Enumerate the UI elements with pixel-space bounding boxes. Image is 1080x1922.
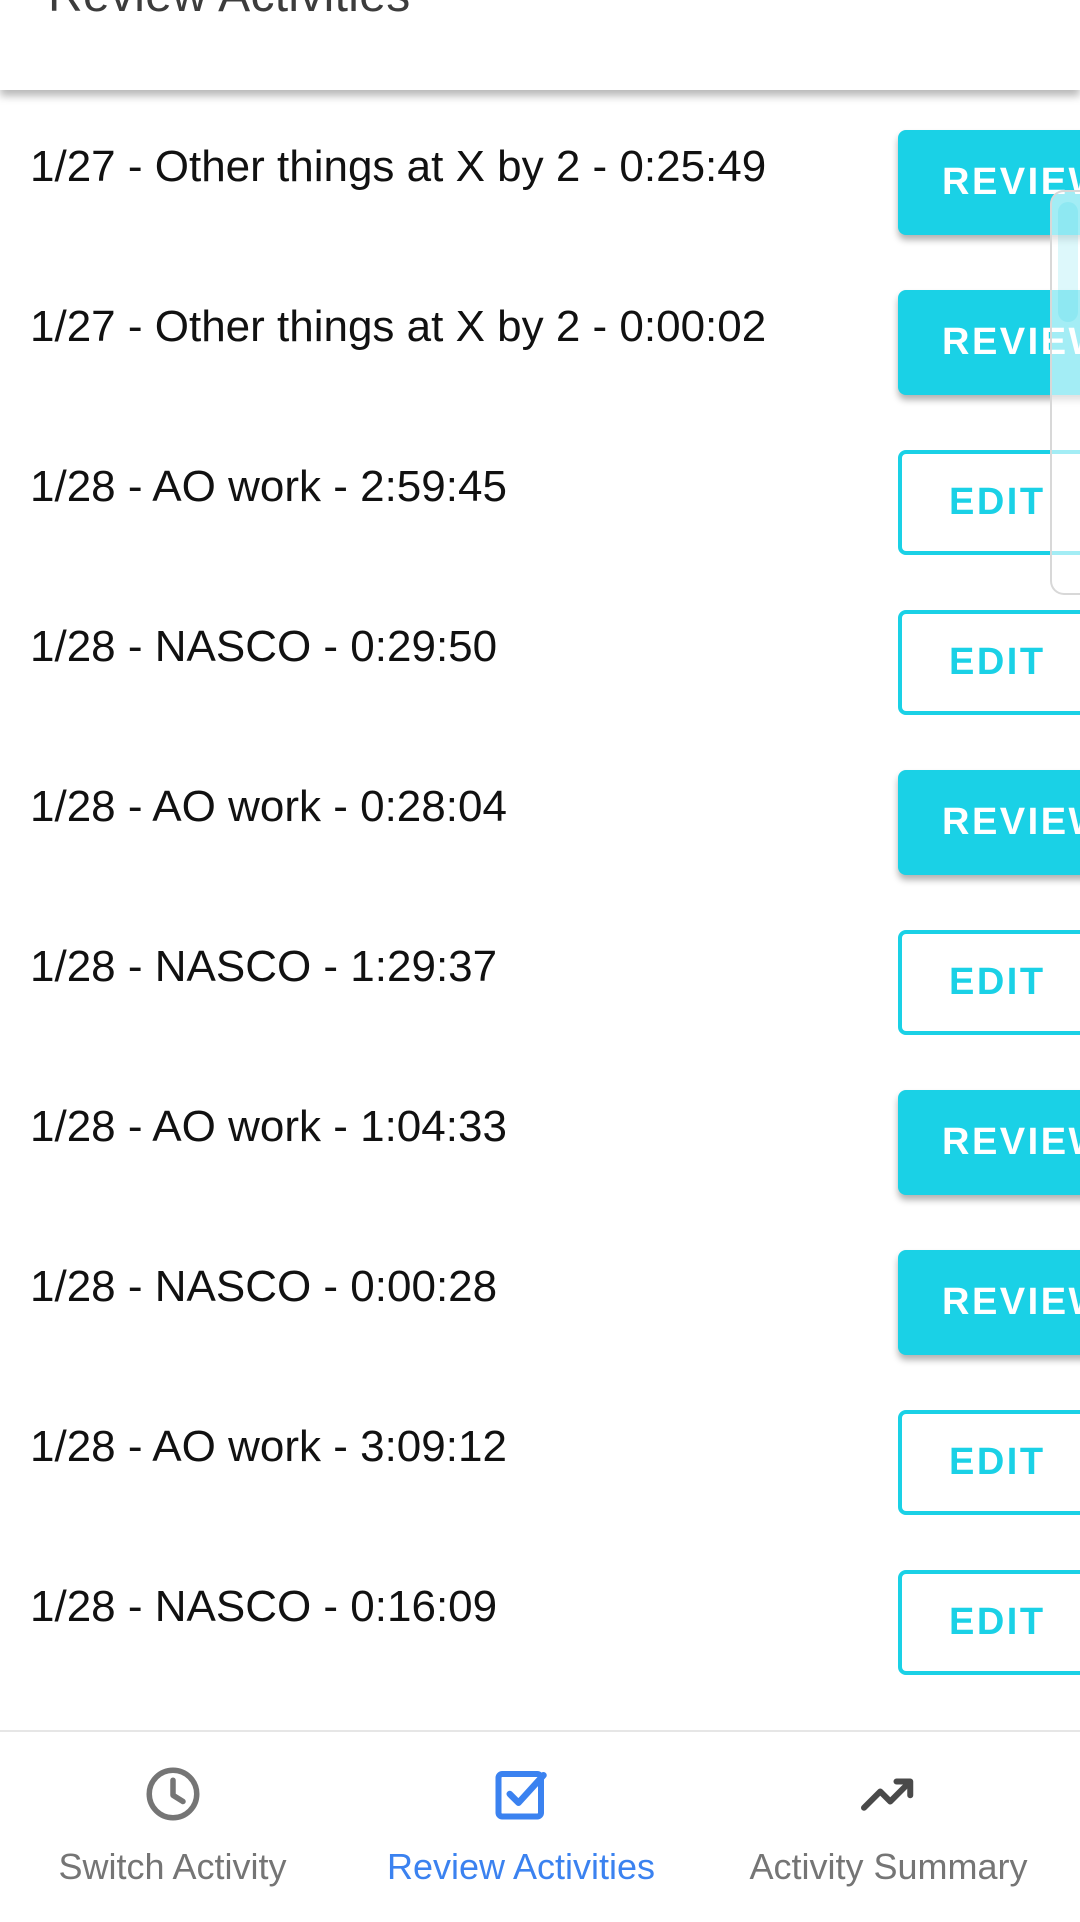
activity-label: 1/28 - AO work - 3:09:12 (30, 1422, 507, 1471)
nav-label: Switch Activity (58, 1846, 287, 1887)
list-item: 1/28 - AO work - 2:59:45 EDIT (0, 410, 1080, 570)
list-item: 1/28 - AO work - 1:04:33 REVIEW (0, 1050, 1080, 1210)
nav-switch-activity[interactable]: Switch Activity (0, 1732, 345, 1922)
edit-button[interactable]: EDIT (898, 1570, 1080, 1675)
checkbox-icon (495, 1771, 547, 1820)
list-item: 1/28 - AO work - 3:09:12 EDIT (0, 1370, 1080, 1530)
activity-label: 1/28 - AO work - 0:28:04 (30, 782, 507, 831)
clock-icon (146, 1767, 199, 1821)
activity-label: 1/28 - NASCO - 0:29:50 (30, 622, 498, 671)
list-item: 1/28 - NASCO - 0:00:28 REVIEW (0, 1210, 1080, 1370)
review-button[interactable]: REVIEW (898, 1090, 1080, 1195)
activity-label: 1/27 - Other things at X by 2 - 0:25:49 (30, 142, 767, 191)
activity-label: 1/27 - Other things at X by 2 - 0:00:02 (30, 302, 767, 351)
list-item: 1/28 - NASCO - 0:29:50 EDIT (0, 570, 1080, 730)
nav-label: Activity Summary (749, 1846, 1028, 1887)
nav-label: Review Activities (386, 1846, 656, 1887)
nav-review-activities[interactable]: Review Activities (345, 1732, 697, 1922)
edit-button[interactable]: EDIT (898, 610, 1080, 715)
review-button[interactable]: REVIEW (898, 1250, 1080, 1355)
list-item: 1/27 - Other things at X by 2 - 0:00:02 … (0, 250, 1080, 410)
list-item: 1/28 - AO work - 0:28:04 REVIEW (0, 730, 1080, 890)
scrollbar-handle[interactable] (1050, 190, 1080, 595)
activity-label: 1/28 - AO work - 1:04:33 (30, 1102, 507, 1151)
edit-button[interactable]: EDIT (898, 930, 1080, 1035)
edit-button[interactable]: EDIT (898, 1410, 1080, 1515)
scrollbar-thumb (1058, 202, 1078, 322)
activity-label: 1/28 - NASCO - 1:29:37 (30, 942, 498, 991)
activity-label: 1/28 - NASCO - 0:16:09 (30, 1582, 498, 1631)
list-item: 1/27 - Other things at X by 2 - 0:25:49 … (0, 90, 1080, 250)
list-item: 1/28 - NASCO - 0:16:09 EDIT (0, 1530, 1080, 1690)
list-item (0, 1690, 1080, 1730)
app-bar: Review Activities (0, 0, 1080, 90)
nav-activity-summary[interactable]: Activity Summary (697, 1732, 1080, 1922)
review-button[interactable]: REVIEW (898, 770, 1080, 875)
activity-label: 1/28 - NASCO - 0:00:28 (30, 1262, 498, 1311)
activity-list[interactable]: 1/27 - Other things at X by 2 - 0:25:49 … (0, 90, 1080, 1730)
trending-up-icon (860, 1778, 913, 1811)
page-title: Review Activities (48, 0, 411, 23)
list-item: 1/28 - NASCO - 1:29:37 EDIT (0, 890, 1080, 1050)
bottom-navigation: Switch Activity Review Activities Activi… (0, 1730, 1080, 1920)
activity-label: 1/28 - AO work - 2:59:45 (30, 462, 507, 511)
